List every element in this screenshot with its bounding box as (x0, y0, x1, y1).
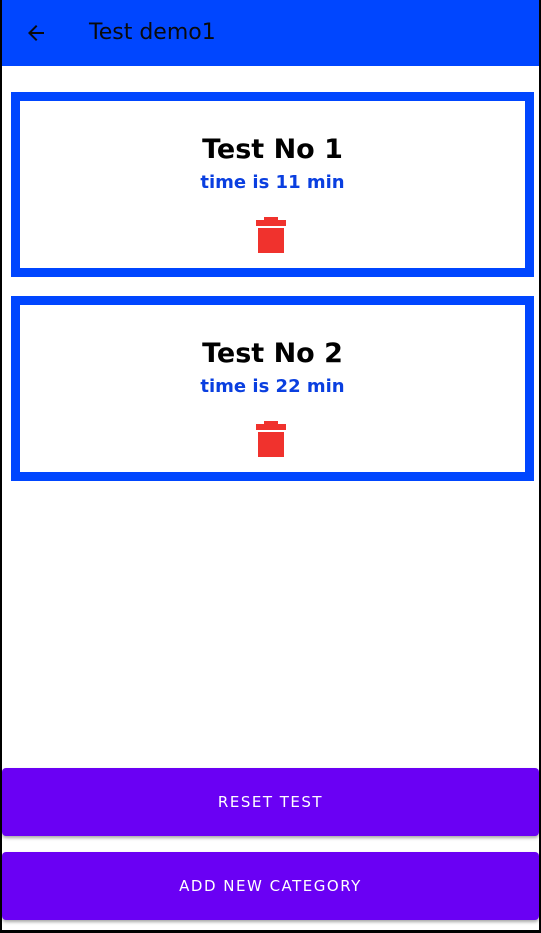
test-title: Test No 2 (202, 338, 343, 369)
test-title: Test No 1 (202, 134, 343, 165)
arrow-back-icon (28, 25, 44, 41)
test-time: time is 11 min (200, 172, 345, 193)
test-card[interactable]: Test No 2 time is 22 min (11, 296, 534, 481)
app-bar: Test demo1 (2, 0, 539, 66)
screen: Test demo1 Test No 1 time is 11 min Test… (2, 0, 539, 930)
trash-icon (256, 421, 286, 457)
delete-test-button[interactable] (254, 421, 288, 457)
trash-icon (256, 217, 286, 253)
delete-test-button[interactable] (254, 217, 288, 253)
back-button[interactable] (16, 14, 56, 52)
page-title: Test demo1 (89, 20, 216, 45)
add-new-category-button[interactable]: ADD NEW CATEGORY (2, 852, 539, 920)
reset-test-button[interactable]: RESET TEST (2, 768, 539, 836)
test-card[interactable]: Test No 1 time is 11 min (11, 92, 534, 277)
test-time: time is 22 min (200, 376, 345, 397)
